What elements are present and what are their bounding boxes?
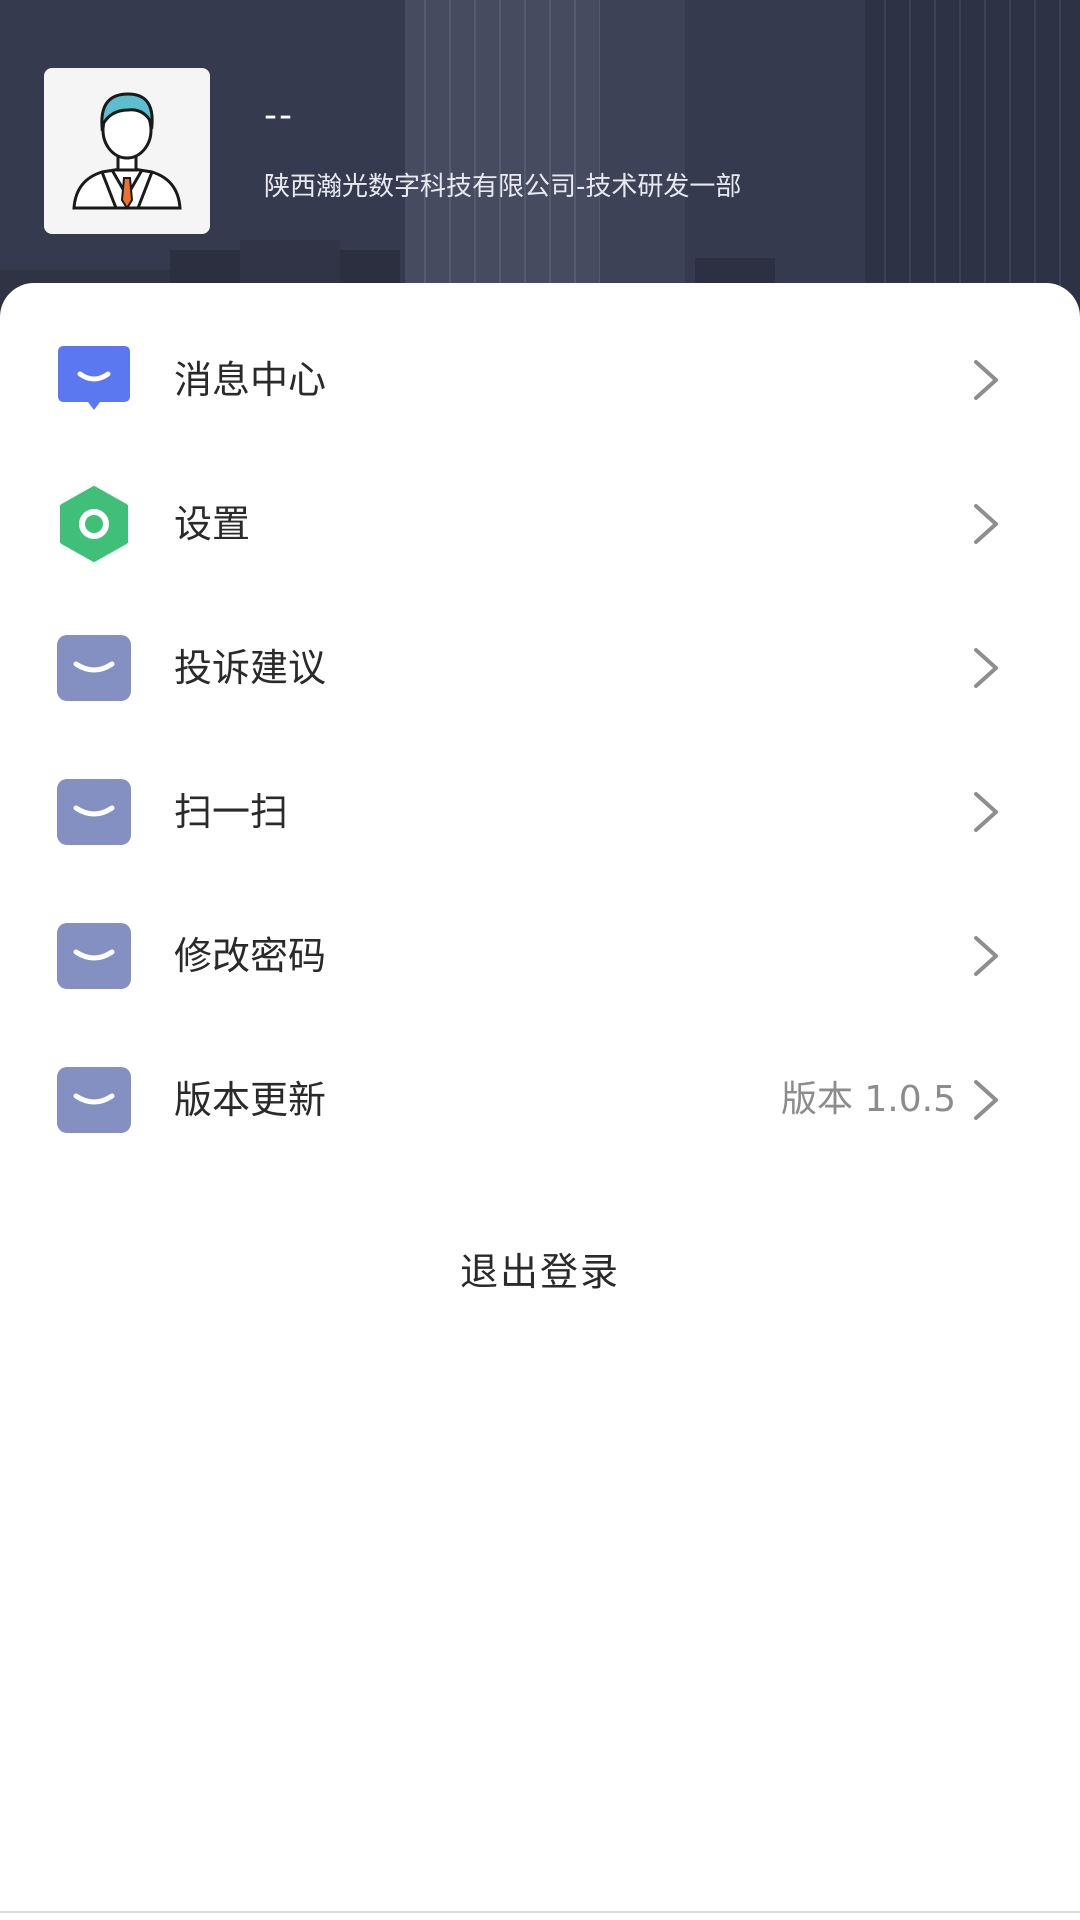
version-update-icon <box>57 1067 131 1133</box>
menu-item-scan[interactable]: 扫一扫 <box>0 740 1080 884</box>
menu-item-label: 修改密码 <box>174 934 327 978</box>
bottom-divider <box>0 1911 1080 1913</box>
menu-item-message-center[interactable]: 消息中心 <box>0 308 1080 452</box>
change-password-icon <box>57 923 131 989</box>
scan-icon <box>57 779 131 845</box>
menu-item-change-password[interactable]: 修改密码 <box>0 884 1080 1028</box>
version-number: 版本 1.0.5 <box>780 1079 956 1120</box>
menu-item-label: 设置 <box>174 502 251 546</box>
menu-item-label: 投诉建议 <box>174 646 327 690</box>
user-name: -- <box>264 95 294 136</box>
menu-item-label: 消息中心 <box>174 358 327 402</box>
menu-item-label: 扫一扫 <box>174 790 289 834</box>
menu-item-settings[interactable]: 设置 <box>0 452 1080 596</box>
chevron-right-icon <box>974 360 998 400</box>
profile-header: -- 陕西瀚光数字科技有限公司-技术研发一部 <box>0 0 1080 330</box>
menu-item-complaint[interactable]: 投诉建议 <box>0 596 1080 740</box>
chevron-right-icon <box>974 504 998 544</box>
businessman-avatar-icon <box>72 92 182 210</box>
user-organization: 陕西瀚光数字科技有限公司-技术研发一部 <box>264 172 742 202</box>
chevron-right-icon <box>974 792 998 832</box>
user-avatar[interactable] <box>44 68 210 234</box>
chevron-right-icon <box>974 936 998 976</box>
settings-icon <box>60 486 128 562</box>
logout-button[interactable]: 退出登录 <box>0 1250 1080 1294</box>
profile-page: -- 陕西瀚光数字科技有限公司-技术研发一部 消息中心 设置 投诉建议 扫一扫 … <box>0 0 1080 1920</box>
complaint-icon <box>57 635 131 701</box>
chevron-right-icon <box>974 648 998 688</box>
menu-card: 消息中心 设置 投诉建议 扫一扫 修改密码 版本更新 版本 1.0.5 <box>0 283 1080 1920</box>
menu-item-version-update[interactable]: 版本更新 版本 1.0.5 <box>0 1028 1080 1172</box>
message-center-icon <box>58 346 130 410</box>
chevron-right-icon <box>974 1080 998 1120</box>
menu-item-label: 版本更新 <box>174 1078 327 1122</box>
